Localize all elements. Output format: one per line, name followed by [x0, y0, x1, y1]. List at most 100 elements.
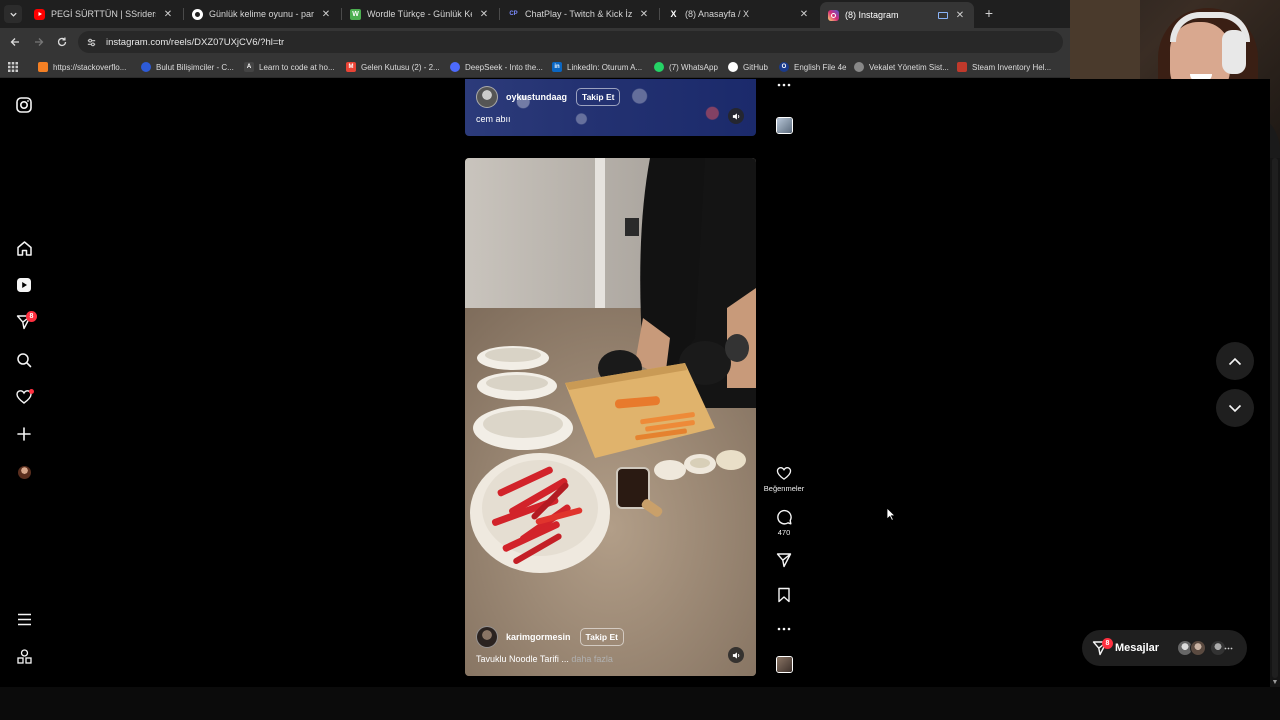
site-settings-icon[interactable] [86, 37, 97, 48]
search-icon[interactable] [14, 350, 34, 370]
url-text: instagram.com/reels/DXZ07UXjCV6/?hl=tr [106, 36, 285, 48]
chatplay-icon: CP [509, 11, 518, 17]
avatar [1190, 640, 1206, 656]
audio-thumbnail[interactable] [776, 656, 793, 673]
tab-wordle[interactable]: W Wordle Türkçe - Günlük Kelime ✕ [342, 3, 498, 25]
tab-search-button[interactable] [4, 5, 22, 23]
tab-ssriders[interactable]: PEGİ SÜRTTÜN | SSriders | Mot ✕ [26, 3, 182, 25]
next-reel-button[interactable] [1216, 389, 1254, 427]
tab-x[interactable]: X (8) Anasayfa / X ✕ [660, 3, 818, 25]
chevron-up-icon [1228, 357, 1242, 365]
chevron-down-icon [9, 12, 17, 17]
scroll-down-arrow-icon[interactable]: ▼ [1271, 679, 1279, 687]
github-icon [728, 62, 738, 72]
tab-title: (8) Instagram [845, 10, 899, 20]
bookmark-stackoverflow[interactable]: https://stackoverflo... [38, 60, 126, 74]
page-scrollbar[interactable]: ▼ [1270, 158, 1280, 687]
bookmark-label: English File 4e [794, 62, 847, 72]
bookmark-label: Learn to code at ho... [259, 62, 335, 72]
bookmark-vekalet[interactable]: Vekalet Yönetim Sist... [854, 60, 949, 74]
deepseek-icon [450, 62, 460, 72]
bookmark-steam-inventory[interactable]: Steam Inventory Hel... [957, 60, 1051, 74]
reel-current[interactable]: karimgormesin Takip Et Tavuklu Noodle Ta… [465, 158, 756, 676]
address-bar[interactable]: instagram.com/reels/DXZ07UXjCV6/?hl=tr [78, 31, 1063, 53]
close-icon[interactable]: ✕ [320, 9, 332, 20]
mute-button[interactable] [728, 108, 744, 124]
mute-button[interactable] [728, 647, 744, 663]
reels-icon[interactable] [14, 275, 34, 295]
bookmark-label: Steam Inventory Hel... [972, 62, 1052, 72]
cast-icon[interactable] [938, 11, 948, 19]
home-icon[interactable] [14, 238, 34, 258]
avatar[interactable] [476, 626, 498, 648]
profile-avatar[interactable] [14, 462, 34, 482]
arrow-left-icon [10, 38, 19, 46]
bookmark-whatsapp[interactable]: (7) WhatsApp [654, 60, 718, 74]
follow-button[interactable]: Takip Et [579, 628, 624, 646]
bulut-icon [141, 62, 151, 72]
messages-button[interactable]: 8 Mesajlar [1082, 630, 1247, 666]
likes-label[interactable]: Beğenmeler [764, 484, 804, 493]
browser-toolbar: instagram.com/reels/DXZ07UXjCV6/?hl=tr [0, 28, 1070, 56]
more-dots-icon [1224, 647, 1233, 650]
back-button[interactable] [7, 34, 23, 50]
share-icon [776, 553, 792, 568]
bookmark-gmail[interactable]: M Gelen Kutusu (2) - 2... [346, 60, 440, 74]
bookmark-english-file[interactable]: O English File 4e [779, 60, 846, 74]
reel-author-row: oykustundaag Takip Et [476, 86, 621, 108]
avatar[interactable] [476, 86, 498, 108]
reel-video-frame [465, 158, 756, 676]
show-more-link[interactable]: daha fazla [571, 654, 613, 664]
bookmark-github[interactable]: GitHub [728, 60, 768, 74]
more-options-button[interactable] [764, 83, 804, 87]
save-button[interactable] [764, 587, 804, 603]
more-options-button[interactable] [764, 627, 804, 631]
gmail-icon: M [346, 62, 356, 72]
speaker-icon [732, 112, 739, 120]
scrollbar-thumb[interactable] [1272, 158, 1278, 678]
tab-parolla[interactable]: Günlük kelime oyunu - parolla ✕ [184, 3, 340, 25]
new-tab-button[interactable]: + [982, 6, 996, 20]
x-logo-icon: X [670, 9, 677, 19]
reel-previous[interactable]: oykustundaag Takip Et cem abıı [465, 79, 756, 136]
instagram-logo-icon[interactable] [14, 95, 34, 115]
speaker-icon [732, 651, 739, 659]
bookmark-linkedin[interactable]: in LinkedIn: Oturum A... [552, 60, 642, 74]
follow-button[interactable]: Takip Et [576, 88, 621, 106]
create-plus-icon[interactable] [14, 424, 34, 444]
bookmark-bulut[interactable]: Bulut Bilişimciler - C... [141, 60, 234, 74]
messages-badge: 8 [1102, 638, 1113, 649]
close-icon[interactable]: ✕ [478, 9, 490, 20]
like-button[interactable]: Beğenmeler [764, 466, 804, 493]
bookmark-deepseek[interactable]: DeepSeek - Into the... [450, 60, 543, 74]
reel-caption-text: Tavuklu Noodle Tarifi ... [476, 654, 569, 664]
previous-reel-button[interactable] [1216, 342, 1254, 380]
tab-chatplay[interactable]: CP ChatPlay - Twitch & Kick İzleyici ✕ [500, 3, 658, 25]
menu-icon[interactable] [14, 609, 34, 629]
tab-instagram[interactable]: (8) Instagram ✕ [820, 2, 974, 28]
youtube-icon [34, 8, 45, 20]
bookmark-label: LinkedIn: Oturum A... [567, 62, 643, 72]
close-icon[interactable]: ✕ [798, 9, 810, 20]
reel-username[interactable]: karimgormesin [506, 632, 571, 642]
reload-button[interactable] [54, 34, 70, 50]
tab-title: PEGİ SÜRTTÜN | SSriders | Mot [51, 9, 156, 19]
reel-username[interactable]: oykustundaag [506, 92, 567, 102]
share-button[interactable] [764, 552, 804, 568]
reel-author-row: karimgormesin Takip Et [476, 626, 624, 648]
comment-button[interactable]: 470 [764, 509, 804, 537]
steam-inventory-icon [957, 62, 967, 72]
more-dots-icon [777, 627, 791, 631]
reel-caption[interactable]: Tavuklu Noodle Tarifi ... daha fazla [476, 654, 613, 664]
close-icon[interactable]: ✕ [638, 9, 650, 20]
more-apps-icon[interactable] [14, 646, 34, 666]
taskbar-strip [0, 687, 1280, 720]
bookmark-learn-to-code[interactable]: A Learn to code at ho... [244, 60, 335, 74]
linkedin-icon: in [552, 62, 562, 72]
close-icon[interactable]: ✕ [954, 10, 966, 21]
audio-thumbnail[interactable] [776, 117, 793, 134]
apps-button[interactable] [8, 60, 18, 74]
forward-button[interactable] [31, 34, 47, 50]
activity-dot [29, 389, 34, 394]
close-icon[interactable]: ✕ [162, 9, 174, 20]
